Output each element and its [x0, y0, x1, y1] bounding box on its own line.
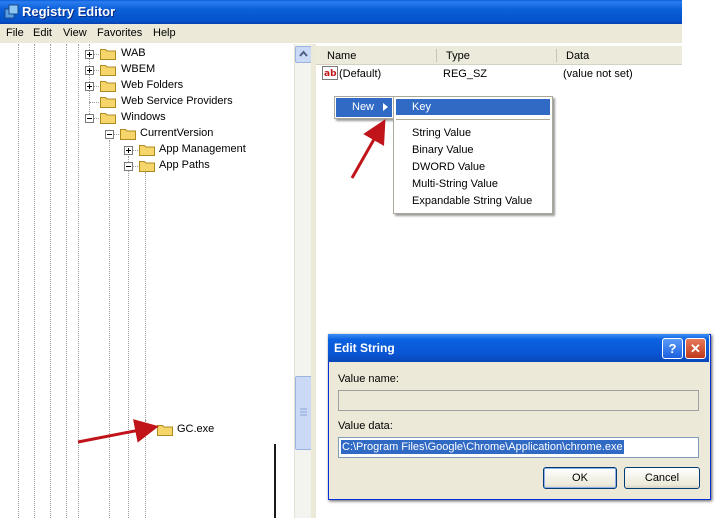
value-name-label: Value name: — [338, 373, 399, 385]
dialog-title: Edit String — [334, 341, 395, 355]
arrow-to-new-menu — [350, 119, 386, 179]
close-icon: ✕ — [690, 341, 701, 356]
close-button[interactable]: ✕ — [685, 338, 706, 359]
value-data-input[interactable]: C:\Program Files\Google\Chrome\Applicati… — [338, 437, 699, 458]
value-data-label: Value data: — [338, 420, 393, 432]
arrow-to-gc-exe — [77, 419, 159, 444]
help-icon: ? — [668, 341, 677, 356]
value-data-text: C:\Program Files\Google\Chrome\Applicati… — [341, 440, 624, 454]
value-name-field[interactable] — [338, 390, 699, 411]
ok-button[interactable]: OK — [543, 467, 617, 489]
help-button[interactable]: ? — [662, 338, 683, 359]
cancel-button[interactable]: Cancel — [624, 467, 700, 489]
